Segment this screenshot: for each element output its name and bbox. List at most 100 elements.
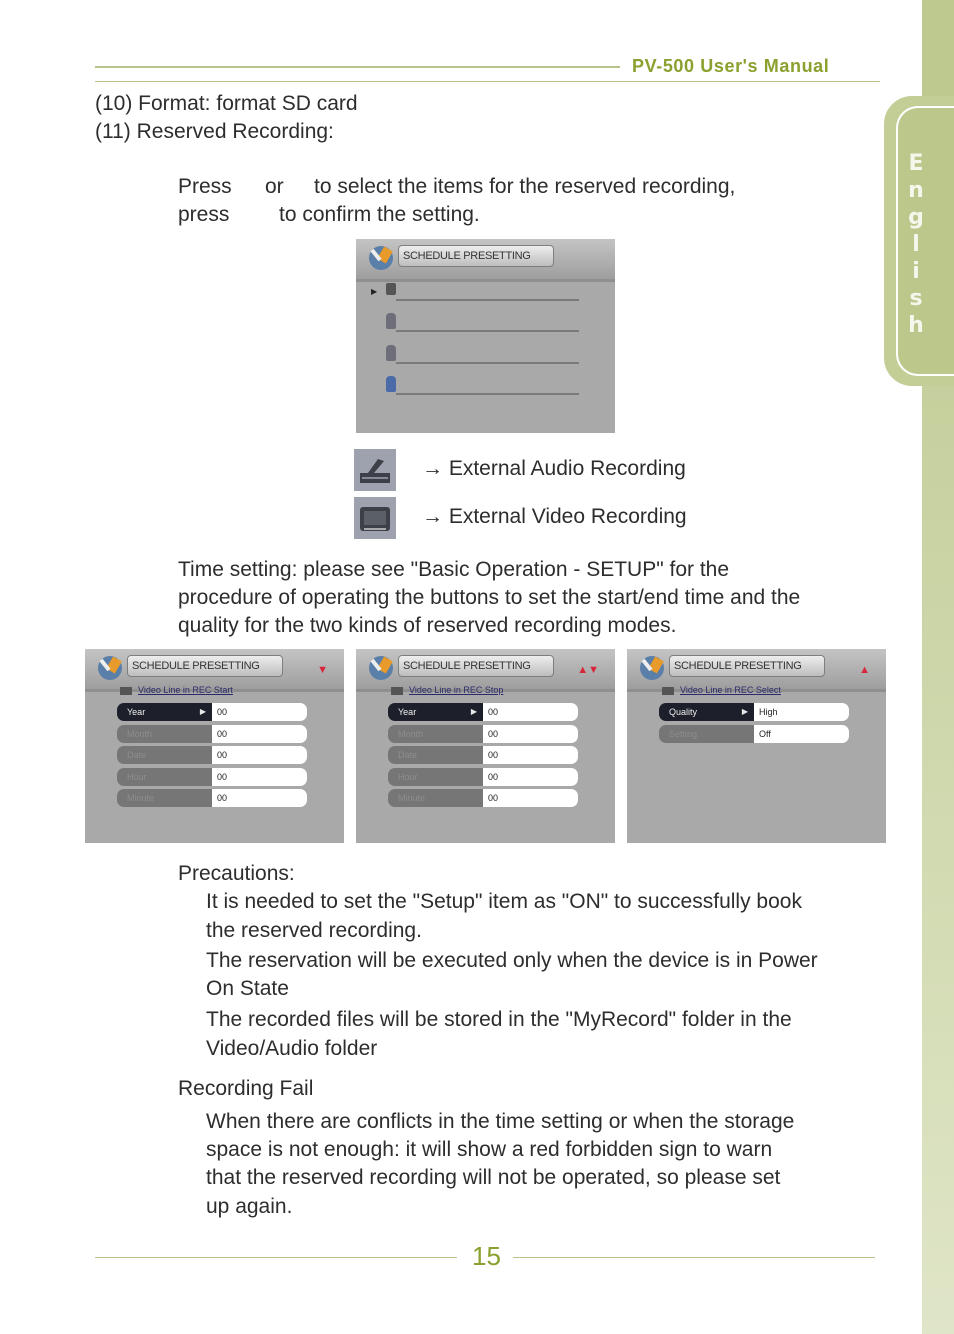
tools-logo-icon	[369, 246, 393, 270]
video-recording-icon	[386, 376, 396, 392]
setting-label: Hour	[117, 767, 212, 786]
recording-fail-heading: Recording Fail	[178, 1077, 314, 1100]
language-tab-label: English	[898, 150, 934, 339]
setting-label: Quality	[659, 703, 754, 721]
setting-row: Date 00	[388, 746, 578, 764]
setting-value: Off	[754, 724, 849, 743]
precautions-heading: Precautions:	[178, 862, 295, 885]
screenshot-title: SCHEDULE PRESETTING	[398, 655, 554, 677]
setting-label: Minute	[388, 789, 483, 807]
footer-rule-left	[95, 1257, 457, 1258]
sidebar-top	[922, 0, 954, 100]
header-rule	[95, 66, 620, 68]
page-number: 15	[472, 1241, 501, 1271]
setting-value: 00	[212, 746, 307, 764]
language-tab-letter: i	[912, 259, 920, 284]
subtitle-text: Video Line in REC Start	[138, 685, 233, 695]
video-recording-icon	[386, 313, 396, 329]
selection-arrow-icon: ▶	[371, 287, 378, 296]
instruction-confirm: to confirm the setting.	[279, 203, 480, 226]
setting-value: 00	[483, 724, 578, 743]
language-tab-letter: g	[908, 205, 924, 230]
setting-value: 00	[483, 703, 578, 721]
recording-fail-line: space is not enough: it will show a red …	[206, 1138, 773, 1161]
list-line	[396, 330, 579, 332]
schedule-menu-screenshot: SCHEDULE PRESETTING ▶	[356, 239, 615, 433]
screenshot-header: SCHEDULE PRESETTING ▲▼	[356, 649, 615, 692]
subtitle-text: Video Line in REC Select	[680, 685, 781, 695]
language-tab-letter: n	[908, 178, 924, 203]
scroll-arrows-icon: ▼	[317, 664, 328, 676]
setting-value: 00	[483, 767, 578, 786]
setting-label: Setting	[659, 724, 754, 743]
external-audio-icon	[354, 449, 396, 491]
schedule-panel-screenshot: SCHEDULE PRESETTING ▲ Video Line in REC …	[627, 649, 886, 843]
precaution-line: It is needed to set the "Setup" item as …	[206, 890, 802, 913]
scroll-arrows-icon: ▲	[859, 664, 870, 676]
setting-row: Minute 00	[117, 789, 307, 807]
screenshot-title: SCHEDULE PRESETTING	[669, 655, 825, 677]
setting-row: Month 00	[117, 724, 307, 743]
time-setting-line: quality for the two kinds of reserved re…	[178, 614, 677, 637]
item-reserved-recording: (11) Reserved Recording:	[95, 120, 334, 143]
screenshot-header: SCHEDULE PRESETTING ▼	[85, 649, 344, 692]
setting-row: Year 00	[117, 703, 307, 721]
setting-row: Hour 00	[388, 767, 578, 786]
language-tab-letter: h	[908, 313, 924, 338]
footer-rule-right	[513, 1257, 875, 1258]
setting-label: Year	[117, 703, 212, 721]
setting-value: 00	[483, 789, 578, 807]
setting-row: Date 00	[117, 746, 307, 764]
tools-logo-icon	[98, 656, 122, 680]
recording-fail-line: that the reserved recording will not be …	[206, 1166, 781, 1189]
schedule-panel-screenshot: SCHEDULE PRESETTING ▼ Video Line in REC …	[85, 649, 344, 843]
setting-label: Month	[117, 724, 212, 743]
screenshot-header: SCHEDULE PRESETTING ▲	[627, 649, 886, 692]
instruction-press-2: press	[178, 203, 230, 226]
screenshot-subtitle: Video Line in REC Select	[662, 685, 781, 695]
list-line	[396, 362, 579, 364]
setting-value: High	[754, 703, 849, 721]
setting-label: Hour	[388, 767, 483, 786]
instruction-select: to select the items for the reserved rec…	[314, 175, 736, 198]
precaution-line: The recorded files will be stored in the…	[206, 1008, 792, 1031]
setting-label: Month	[388, 724, 483, 743]
external-video-icon	[354, 497, 396, 539]
precaution-line: The reservation will be executed only wh…	[206, 949, 818, 972]
item-format: (10) Format: format SD card	[95, 92, 358, 115]
video-recording-icon	[386, 345, 396, 361]
setting-label: Year	[388, 703, 483, 721]
audio-recording-icon	[386, 283, 396, 295]
recording-mode-icon	[120, 686, 132, 695]
recording-fail-line: up again.	[206, 1195, 293, 1218]
screenshot-subtitle: Video Line in REC Stop	[391, 685, 503, 695]
screenshot-title: SCHEDULE PRESETTING	[127, 655, 283, 677]
schedule-panel-screenshot: SCHEDULE PRESETTING ▲▼ Video Line in REC…	[356, 649, 615, 843]
setting-label: Minute	[117, 789, 212, 807]
precaution-line: On State	[206, 977, 289, 1000]
setting-value: 00	[212, 767, 307, 786]
list-line	[396, 393, 579, 395]
legend-audio-text: → External Audio Recording	[422, 457, 686, 480]
list-line	[396, 299, 579, 301]
subtitle-text: Video Line in REC Stop	[409, 685, 504, 695]
screenshot-subtitle: Video Line in REC Start	[120, 685, 233, 695]
setting-row: Setting Off	[659, 724, 849, 743]
legend-video-text: → External Video Recording	[422, 505, 687, 528]
setting-row: Month 00	[388, 724, 578, 743]
setting-label: Date	[388, 746, 483, 764]
setting-value: 00	[212, 724, 307, 743]
setting-value: 00	[483, 746, 578, 764]
scroll-arrows-icon: ▲▼	[577, 664, 599, 676]
precaution-line: the reserved recording.	[206, 919, 422, 942]
tools-logo-icon	[640, 656, 664, 680]
language-tab-letter: s	[909, 286, 923, 311]
language-tab-letter: E	[908, 151, 924, 176]
setting-value: 00	[212, 789, 307, 807]
precaution-line: Video/Audio folder	[206, 1037, 378, 1060]
setting-row: Quality High	[659, 703, 849, 721]
recording-fail-line: When there are conflicts in the time set…	[206, 1110, 795, 1133]
recording-mode-icon	[662, 686, 674, 695]
instruction-press: Press	[178, 175, 232, 198]
language-tab-letter: l	[912, 232, 920, 257]
